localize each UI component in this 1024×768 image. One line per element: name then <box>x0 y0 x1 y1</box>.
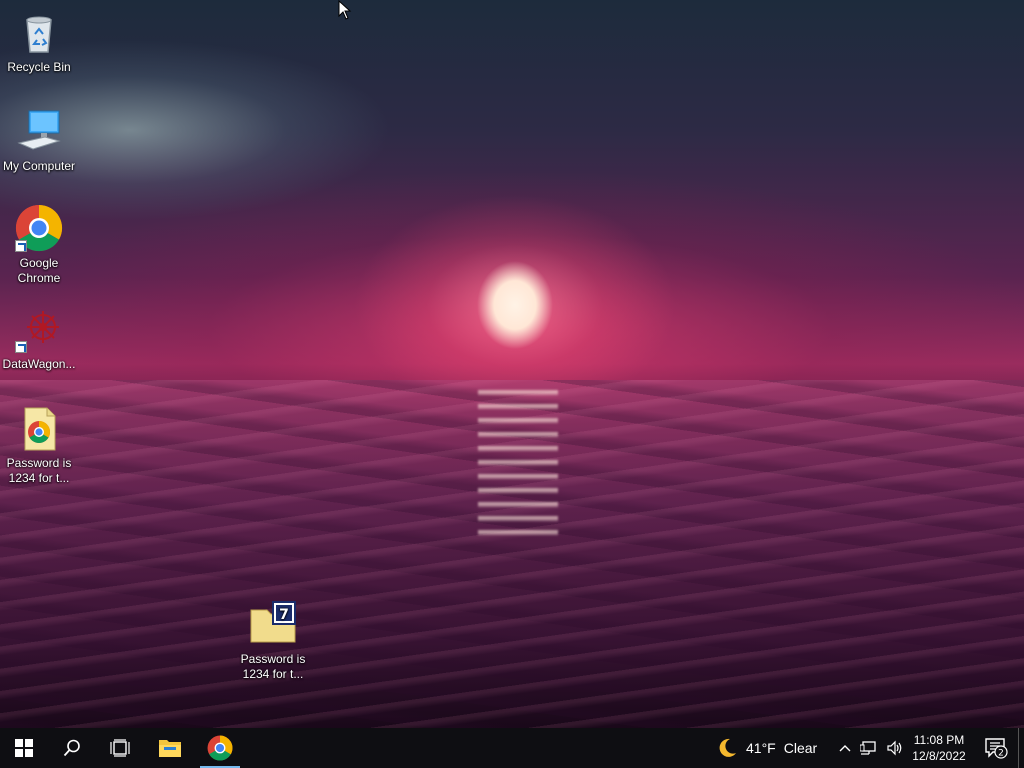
desktop-icon-label: My Computer <box>2 159 76 173</box>
desktop-icon-label: DataWagon... <box>2 357 76 371</box>
recycle-bin-icon <box>15 8 63 56</box>
show-desktop-button[interactable] <box>1018 728 1024 768</box>
desktop-icon-my-computer[interactable]: My Computer <box>0 107 78 174</box>
start-button[interactable] <box>0 728 48 768</box>
chrome-document-icon <box>15 404 63 452</box>
wallpaper-sun-reflection <box>478 390 558 540</box>
clock-date: 12/8/2022 <box>912 749 966 763</box>
weather-widget[interactable]: 41°F Clear <box>716 728 817 768</box>
clock-time: 11:08 PM <box>913 733 965 747</box>
volume-icon[interactable] <box>886 740 904 756</box>
moon-icon <box>719 738 736 757</box>
search-icon <box>63 739 80 757</box>
task-view-icon <box>110 739 130 757</box>
weather-temperature: 41°F <box>746 740 776 756</box>
desktop-icon-recycle-bin[interactable]: Recycle Bin <box>0 8 78 75</box>
svg-text:7: 7 <box>279 607 289 623</box>
computer-icon <box>15 107 63 155</box>
taskbar: 41°F Clear 11:08 PM 12/8/2022 2 <box>0 728 1024 768</box>
desktop-icon-label: Recycle Bin <box>7 60 71 74</box>
search-button[interactable] <box>48 728 96 768</box>
notification-count: 2 <box>998 749 1004 759</box>
action-center-icon: 2 <box>985 738 1008 759</box>
desktop-icon-password-file-2[interactable]: 7 Password is 1234 for t... <box>234 600 312 682</box>
taskbar-google-chrome[interactable] <box>196 728 244 768</box>
shortcut-arrow-icon <box>15 341 27 353</box>
network-icon[interactable] <box>860 740 878 756</box>
system-tray <box>838 728 904 768</box>
datawagon-icon <box>15 305 63 353</box>
desktop-icon-password-file-1[interactable]: Password is 1234 for t... <box>0 404 78 486</box>
chrome-icon <box>207 735 233 761</box>
shortcut-arrow-icon <box>15 240 27 252</box>
task-view-button[interactable] <box>96 728 144 768</box>
clock[interactable]: 11:08 PM 12/8/2022 <box>904 732 974 764</box>
taskbar-file-explorer[interactable] <box>146 728 194 768</box>
windows-start-icon <box>15 739 33 757</box>
chrome-icon <box>15 204 63 252</box>
desktop-wallpaper[interactable]: Recycle Bin My Computer Google Chrome Da… <box>0 0 1024 728</box>
desktop-icon-label: Google Chrome <box>17 256 61 285</box>
7zip-archive-icon: 7 <box>249 600 297 648</box>
weather-condition: Clear <box>783 740 818 756</box>
desktop-icon-label: Password is 1234 for t... <box>240 652 306 681</box>
desktop-icon-google-chrome[interactable]: Google Chrome <box>0 204 78 286</box>
desktop-icon-label: Password is 1234 for t... <box>6 456 72 485</box>
mouse-cursor-icon <box>338 0 352 20</box>
action-center-button[interactable]: 2 <box>978 728 1014 768</box>
desktop-icon-datawagon[interactable]: DataWagon... <box>0 305 78 372</box>
file-explorer-icon <box>159 740 181 757</box>
chevron-up-icon[interactable] <box>838 741 852 755</box>
